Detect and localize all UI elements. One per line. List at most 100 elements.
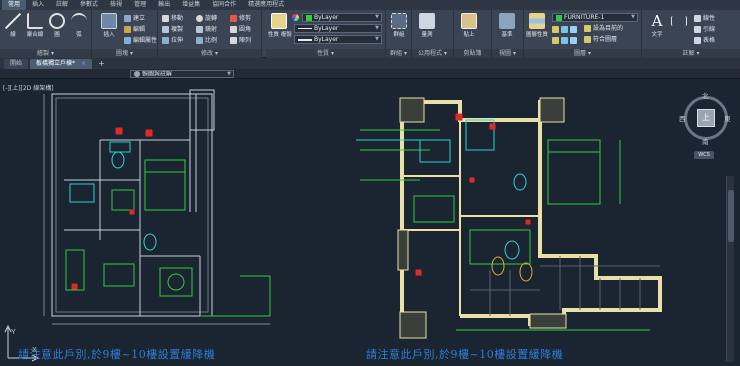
mirror-button[interactable]: 鏡射 (196, 25, 217, 34)
properties-panel-label[interactable]: 性質 ▾ (266, 49, 385, 58)
layer-tools-row (552, 26, 577, 33)
ribbon-tab-home[interactable]: 常用 (2, 0, 27, 10)
layer-merge-icon[interactable] (570, 37, 577, 44)
layer-freeze-icon[interactable] (570, 26, 577, 33)
viewcube-north[interactable]: 北 (702, 90, 709, 100)
vertical-scrollbar[interactable] (726, 176, 734, 362)
layer-dropdown[interactable]: FURNITURE-1 ▼ (552, 13, 638, 22)
left-cabinet (111, 189, 135, 211)
dimension-button[interactable] (668, 13, 690, 26)
layer-lock-icon[interactable] (552, 37, 559, 44)
left-top-block (189, 89, 215, 131)
color-dropdown[interactable]: ByLayer ▼ (302, 13, 382, 22)
create-block-button[interactable]: 建立 (124, 14, 145, 23)
workspace-dropdown[interactable]: 製圖與註解 ▼ (130, 70, 234, 78)
rotate-button[interactable]: 旋轉 (196, 14, 217, 23)
match-layer-button[interactable]: 符合圖層 (584, 35, 617, 44)
ribbon-tab-manage[interactable]: 管理 (128, 0, 152, 10)
ribbon-tab-output[interactable]: 輸出 (152, 0, 176, 10)
circle-button[interactable]: 圓 (46, 13, 68, 38)
layers-panel-label[interactable]: 圖層 ▾ (524, 49, 641, 58)
lineweight-dropdown[interactable]: ByLayer ▼ (294, 35, 382, 44)
layer-isolate-icon[interactable] (561, 26, 568, 33)
viewcube-east[interactable]: 東 (724, 113, 731, 123)
wcs-menu[interactable]: WCS (694, 151, 714, 159)
copy-button[interactable]: 複製 (162, 25, 183, 34)
move-button[interactable]: 移動 (162, 14, 183, 23)
annotation-panel-label[interactable]: 註解 ▾ (642, 49, 740, 58)
linetype-dropdown[interactable]: ByLayer ▼ (294, 24, 382, 33)
properties-icon-row (292, 14, 299, 21)
edit-block-icon (124, 26, 131, 33)
insert-block-button[interactable]: 插入 (98, 13, 120, 38)
doc-tab-start[interactable]: 開始 (4, 59, 29, 69)
arc-button[interactable]: 弧 (68, 13, 90, 38)
close-icon[interactable]: × (81, 60, 86, 67)
utilities-panel-label[interactable]: 公用程式 ▾ (412, 49, 453, 58)
view-panel-label[interactable]: 視圖 ▾ (492, 49, 523, 58)
modify-panel-label[interactable]: 修改 ▾ (158, 49, 261, 58)
polyline-button[interactable]: 聚合線 (24, 13, 46, 38)
rotate-icon (196, 15, 203, 22)
doc-tab-drawing[interactable]: 板橋獨立戶棟* × (30, 59, 93, 69)
groups-panel-label[interactable]: 群組 ▾ (386, 49, 411, 58)
scrollbar-thumb[interactable] (728, 190, 734, 242)
chevron-down-icon: ▼ (227, 71, 231, 77)
left-bed (144, 159, 186, 211)
layer-off-icon[interactable] (552, 26, 559, 33)
ribbon-tab-featured-apps[interactable]: 精選應用程式 (242, 0, 290, 10)
layer-properties-button[interactable]: 圖層性質 (526, 13, 548, 38)
ribbon-tab-insert[interactable]: 插入 (26, 0, 50, 10)
paste-icon (461, 13, 477, 29)
trim-button[interactable]: 修剪 (230, 14, 251, 23)
stretch-button[interactable]: 拉伸 (162, 36, 183, 45)
measure-icon (419, 13, 435, 29)
right-living-area (469, 229, 531, 265)
scale-button[interactable]: 比例 (196, 36, 217, 45)
workspace-gear-icon (134, 71, 140, 77)
base-view-button[interactable]: 基準 (496, 13, 518, 38)
group-button[interactable]: 群組 (388, 13, 410, 38)
block-panel-label[interactable]: 圖塊 ▾ (92, 49, 157, 58)
evacuation-note-left: 請注意此戶別,於9樓~10樓設置緩降機 (18, 348, 216, 361)
ribbon-tab-addins[interactable]: 增益集 (176, 0, 206, 10)
viewcube-top-face[interactable]: 上 (697, 109, 715, 127)
left-outer-wall (51, 93, 213, 317)
layer-walk-icon[interactable] (561, 37, 568, 44)
right-corner-block (399, 311, 427, 339)
drawing-canvas[interactable]: [-][上][2D 線架構] Y X 請注意此戶別,於9樓~10樓設置緩降機 請… (0, 80, 740, 366)
table-button[interactable]: 表格 (694, 36, 715, 45)
line-button[interactable]: 線 (2, 13, 24, 38)
set-current-button[interactable]: 設為目前的 (584, 24, 623, 33)
match-properties-button[interactable]: 性質 複製 (268, 13, 292, 38)
right-floor-plan (356, 97, 662, 339)
right-toilet-2 (513, 173, 527, 191)
clipboard-panel-label[interactable]: 剪貼簿 (454, 49, 491, 58)
ribbon-tab-annotate[interactable]: 註解 (50, 0, 74, 10)
right-corner-block (399, 97, 425, 123)
ribbon-tab-collaborate[interactable]: 協同合作 (206, 0, 242, 10)
viewcube-west[interactable]: 西 (679, 113, 686, 123)
ribbon-tab-parametric[interactable]: 參數式 (74, 0, 104, 10)
measure-button[interactable]: 量測 (416, 13, 438, 38)
viewcube-south[interactable]: 南 (702, 136, 709, 146)
array-button[interactable]: 陣列 (230, 36, 251, 45)
linear-dim-icon (694, 15, 701, 22)
layer-color-icon[interactable] (292, 14, 299, 21)
new-tab-icon[interactable]: + (94, 59, 109, 69)
edit-attributes-button[interactable]: 編輯屬性 (124, 36, 157, 45)
draw-panel-label[interactable]: 繪製 ▾ (0, 49, 91, 58)
fillet-button[interactable]: 圓角 (230, 25, 251, 34)
utilities-panel: 量測 公用程式 ▾ (412, 10, 454, 58)
line-icon (5, 13, 21, 29)
edit-block-button[interactable]: 編輯 (124, 25, 145, 34)
leader-button[interactable]: 引線 (694, 25, 715, 34)
ribbon-tab-view[interactable]: 檢視 (104, 0, 128, 10)
text-button[interactable]: A 文字 (646, 13, 668, 38)
paste-button[interactable]: 貼上 (458, 13, 480, 38)
linear-dim-button[interactable]: 線性 (694, 14, 715, 23)
viewcube[interactable]: 上 北 南 東 西 (679, 90, 732, 146)
right-outer-wall-north (402, 100, 560, 122)
left-red-marker (145, 129, 153, 137)
right-outer-wall-west (400, 102, 424, 320)
